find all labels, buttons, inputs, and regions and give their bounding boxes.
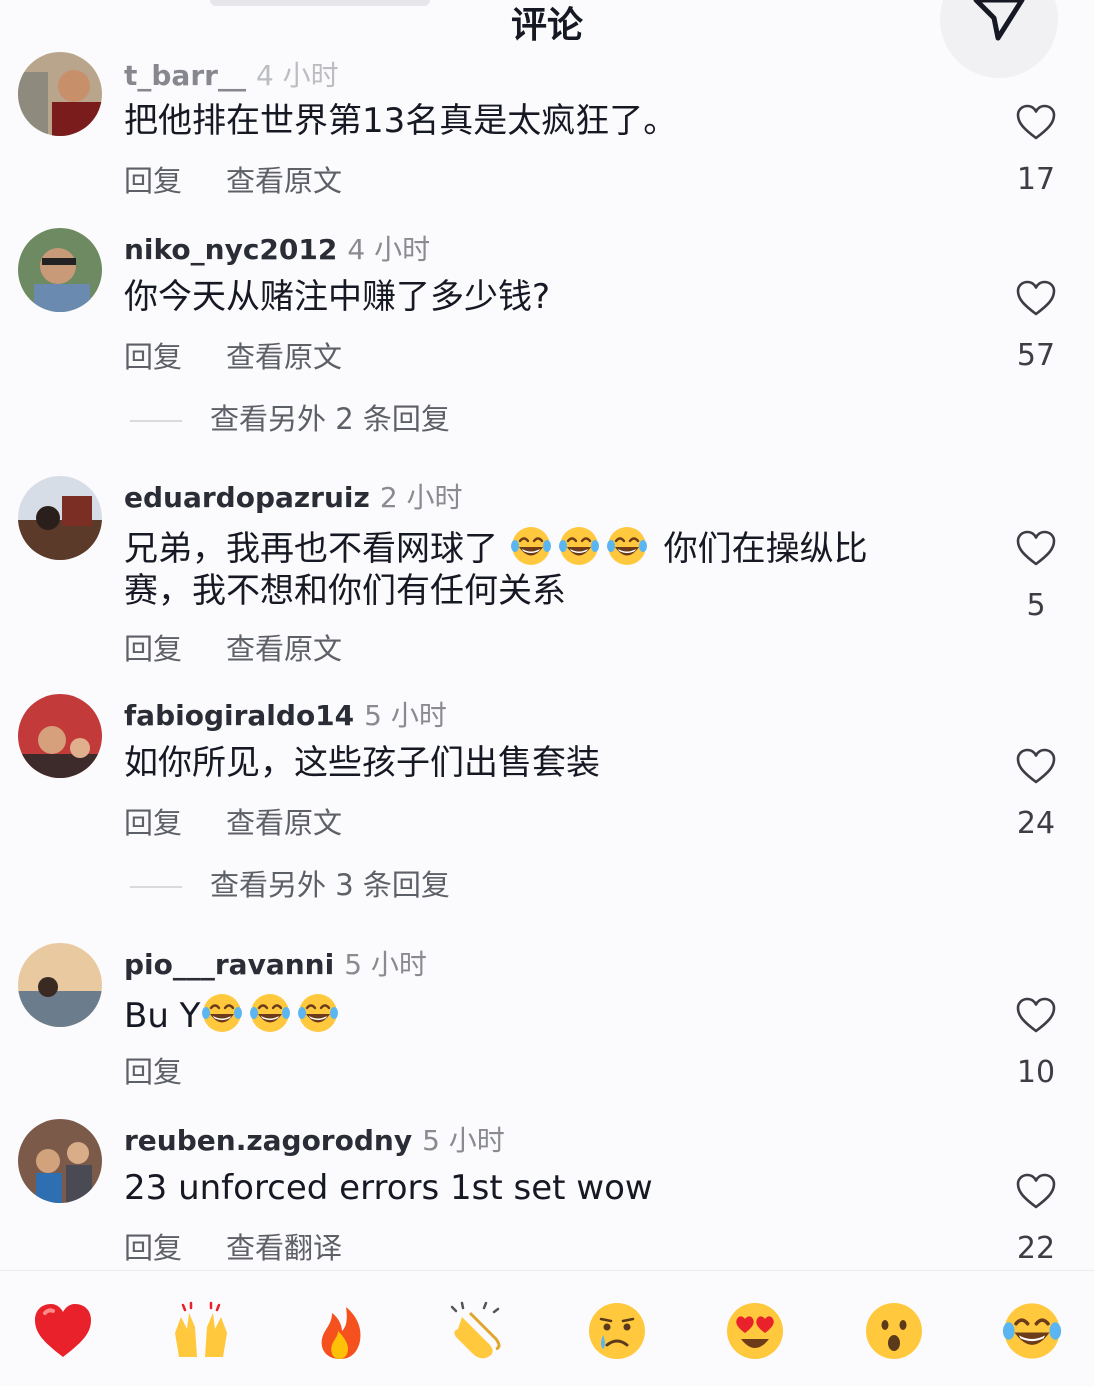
username[interactable]: reuben.zagorodny [124, 1124, 412, 1157]
username[interactable]: eduardopazruiz [124, 481, 370, 514]
reply-button[interactable]: 回复 [124, 632, 182, 666]
comments-header: 评论 [0, 0, 1094, 78]
surprised-face-icon[interactable] [862, 1299, 926, 1363]
view-original-button[interactable]: 查看原文 [226, 806, 342, 840]
username[interactable]: t_barr__ [124, 59, 246, 92]
view-original-button[interactable]: 查看原文 [226, 340, 342, 374]
view-original-button[interactable]: 查看原文 [226, 164, 342, 198]
comment-text: 把他排在世界第13名真是太疯狂了。 [124, 101, 678, 141]
reply-button[interactable]: 回复 [124, 164, 182, 198]
timestamp: 4 小时 [347, 233, 431, 266]
heart-emoji-icon[interactable] [31, 1299, 95, 1363]
avatar[interactable] [18, 228, 102, 312]
tears-of-joy-icon[interactable] [1000, 1299, 1064, 1363]
heart-icon[interactable] [1014, 528, 1058, 568]
view-more-replies-label: 查看另外 3 条回复 [210, 868, 450, 902]
like-count: 57 [1016, 338, 1056, 373]
comment-text: 如你所见，这些孩子们出售套装 [124, 743, 600, 783]
heart-icon[interactable] [1014, 102, 1058, 142]
page-title: 评论 [510, 5, 583, 46]
like-count: 10 [1016, 1055, 1056, 1090]
timestamp: 5 小时 [364, 699, 447, 732]
timestamp: 4 小时 [255, 59, 339, 92]
tears-of-joy-icon [509, 524, 553, 568]
reply-button[interactable]: 回复 [124, 1231, 182, 1265]
avatar[interactable] [18, 694, 102, 778]
like-count: 22 [1016, 1231, 1056, 1266]
like-count: 5 [1026, 588, 1046, 623]
avatar[interactable] [18, 1119, 102, 1203]
clapping-hands-icon[interactable] [446, 1299, 510, 1363]
username[interactable]: niko_nyc2012 [124, 233, 337, 266]
reply-button[interactable]: 回复 [124, 1055, 182, 1089]
view-translation-button[interactable]: 查看翻译 [226, 1231, 342, 1265]
avatar[interactable] [18, 476, 102, 560]
tears-of-joy-icon [296, 991, 340, 1035]
divider [130, 886, 182, 888]
emoji-quick-bar [0, 1270, 1094, 1386]
fire-icon[interactable] [308, 1299, 372, 1363]
heart-icon[interactable] [1014, 1171, 1058, 1211]
username[interactable]: pio___ravanni [124, 948, 334, 981]
heart-icon[interactable] [1014, 995, 1058, 1035]
heart-icon[interactable] [1014, 746, 1058, 786]
comment-text: 你今天从赌注中赚了多少钱? [124, 277, 551, 317]
avatar[interactable] [18, 52, 102, 136]
heart-eyes-icon[interactable] [723, 1299, 787, 1363]
comment-text: 23 unforced errors 1st set wow [124, 1168, 653, 1208]
timestamp: 5 小时 [344, 948, 427, 981]
comment-text-part: Bu Y [124, 996, 201, 1036]
timestamp: 5 小时 [422, 1124, 505, 1157]
timestamp: 2 小时 [379, 481, 463, 514]
comment-text: 兄弟，我再也不看网球了 你们在操纵比赛，我不想和你们有任何关系 [124, 524, 924, 612]
divider [130, 420, 182, 422]
comment-text: Bu Y [124, 991, 954, 1037]
view-original-button[interactable]: 查看原文 [226, 632, 342, 666]
view-more-replies[interactable]: 查看另外 3 条回复 [130, 862, 450, 904]
like-count: 24 [1016, 806, 1056, 841]
share-button[interactable] [940, 0, 1058, 78]
crying-face-icon[interactable] [585, 1299, 649, 1363]
raising-hands-icon[interactable] [169, 1299, 233, 1363]
view-more-replies[interactable]: 查看另外 2 条回复 [130, 396, 450, 438]
tears-of-joy-icon [248, 991, 292, 1035]
tears-of-joy-icon [200, 991, 244, 1035]
tears-of-joy-icon [557, 524, 601, 568]
view-more-replies-label: 查看另外 2 条回复 [210, 402, 450, 436]
send-icon [973, 0, 1025, 41]
comment-text-part: 兄弟，我再也不看网球了 [124, 529, 498, 569]
avatar[interactable] [18, 943, 102, 1027]
reply-button[interactable]: 回复 [124, 806, 182, 840]
tears-of-joy-icon [605, 524, 649, 568]
like-count: 17 [1016, 162, 1056, 197]
heart-icon[interactable] [1014, 278, 1058, 318]
username[interactable]: fabiogiraldo14 [124, 699, 354, 732]
reply-button[interactable]: 回复 [124, 340, 182, 374]
